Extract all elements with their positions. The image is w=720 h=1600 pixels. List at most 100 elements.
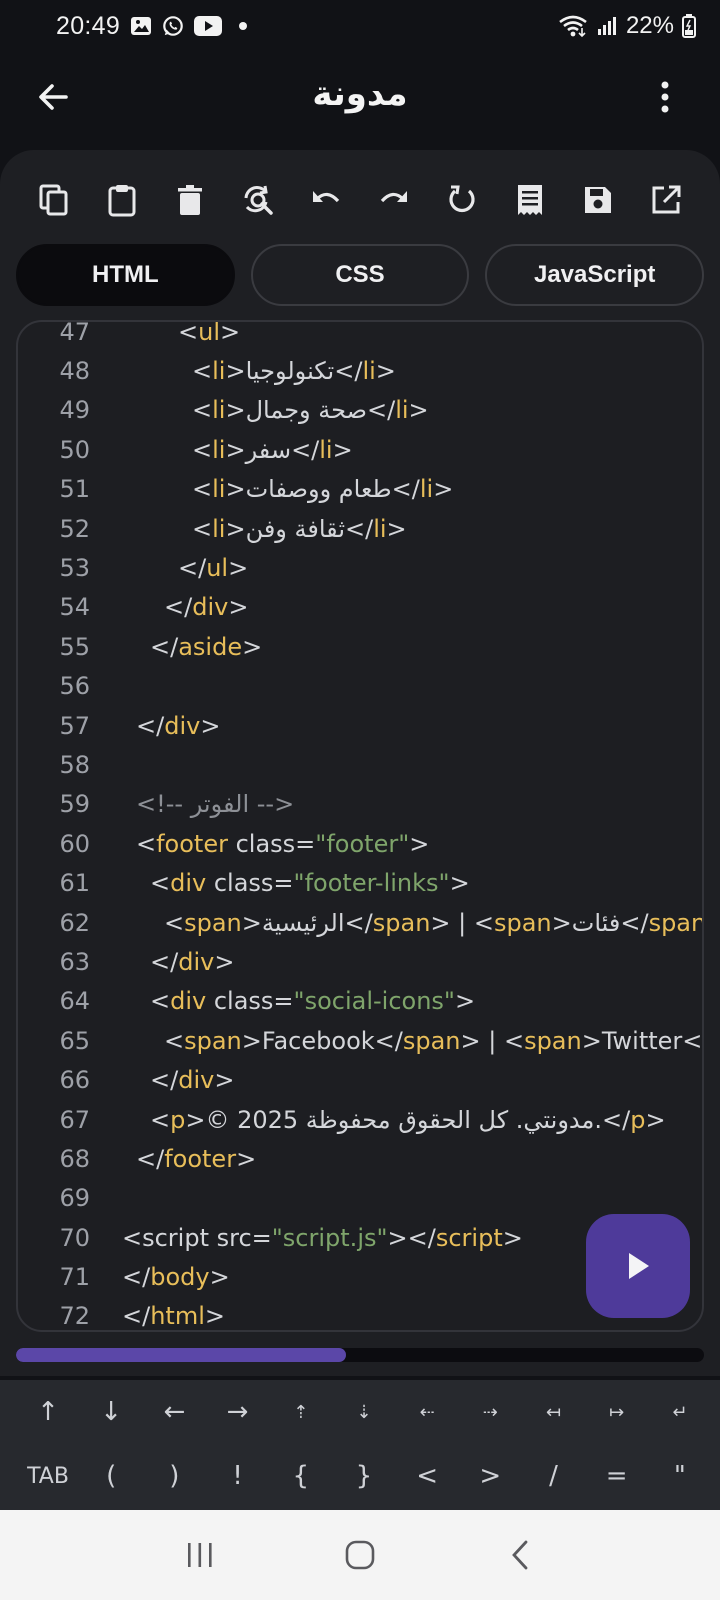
code-line[interactable]: 56 (18, 667, 702, 706)
code-line[interactable]: 59 <!-- الفوتر --> (18, 785, 702, 824)
code-token: < (192, 357, 213, 386)
key-tab[interactable]: TAB (18, 1464, 78, 1489)
recents-button[interactable] (170, 1525, 230, 1585)
tab-javascript[interactable]: JavaScript (485, 244, 705, 306)
code-line[interactable]: 60 <footer class="footer"> (18, 824, 702, 863)
home-icon (345, 1540, 375, 1570)
key-arrow-left[interactable]: ← (144, 1397, 204, 1427)
code-text: </footer> (96, 1145, 256, 1173)
code-token: >فئات</ (551, 908, 649, 937)
code-line[interactable]: 64 <div class="social-icons"> (18, 982, 702, 1021)
key-brace-open[interactable]: { (271, 1461, 331, 1491)
code-line[interactable]: 57 </div> (18, 706, 702, 745)
code-line[interactable]: 48 <li>تكنولوجيا</li> (18, 351, 702, 390)
code-line[interactable]: 50 <li>سفر</li> (18, 430, 702, 469)
tab-css[interactable]: CSS (250, 244, 470, 306)
code-line[interactable]: 67 <p>© 2025 مدونتي. كل الحقوق محفوظة.</p… (18, 1100, 702, 1139)
code-line[interactable]: 49 <li>صحة وجمال</li> (18, 391, 702, 430)
code-token: < (164, 908, 185, 937)
overflow-menu-button[interactable] (650, 74, 680, 120)
code-line[interactable]: 55 </aside> (18, 627, 702, 666)
key-equals[interactable]: = (587, 1461, 647, 1491)
undo-button[interactable] (304, 178, 348, 222)
code-token: p (170, 1105, 186, 1134)
key-arrow-down[interactable]: ↓ (81, 1397, 141, 1427)
key-enter[interactable]: ↵ (650, 1402, 710, 1423)
nav-back-button[interactable] (490, 1525, 550, 1585)
code-token: >سفر</ (225, 435, 320, 464)
code-token: div (178, 1066, 215, 1095)
save-button[interactable] (576, 178, 620, 222)
paste-button[interactable] (100, 178, 144, 222)
code-line[interactable]: 69 (18, 1179, 702, 1218)
code-text: <span>Facebook</span> | <span>Twitter</s… (96, 1026, 704, 1055)
tab-html[interactable]: HTML (16, 244, 235, 306)
key-slash[interactable]: / (524, 1461, 584, 1491)
copy-button[interactable] (32, 178, 76, 222)
code-text: <span>الرئيسية</span> | <span>فئات</span… (96, 908, 702, 937)
key-paren-open[interactable]: ( (81, 1461, 141, 1491)
key-exclamation[interactable]: ! (208, 1461, 268, 1491)
code-token: span (372, 908, 431, 937)
code-token: footer (164, 1144, 237, 1173)
code-line[interactable]: 68 </footer> (18, 1139, 702, 1178)
extra-keys-row-1: ↑ ↓ ← → ⇡ ⇣ ⇠ ⇢ ↤ ↦ ↵ (0, 1380, 720, 1444)
line-number: 64 (59, 987, 90, 1016)
code-editor[interactable]: 47 <ul> 48 <li>تكنولوجيا</li> 49 <li>صحة وجما… (16, 320, 704, 1332)
key-quote[interactable]: " (650, 1461, 710, 1491)
code-token: </ (150, 947, 179, 976)
find-replace-button[interactable] (236, 178, 280, 222)
key-end[interactable]: ↦ (587, 1402, 647, 1423)
code-token: div (192, 593, 229, 622)
redo-button[interactable] (372, 178, 416, 222)
code-token: ul (198, 320, 220, 346)
code-token: "footer" (315, 829, 410, 858)
code-token: >Twitter</ (581, 1026, 704, 1055)
document-button[interactable] (508, 178, 552, 222)
key-paren-close[interactable]: ) (144, 1461, 204, 1491)
code-text: <!-- الفوتر --> (96, 790, 294, 818)
code-line[interactable]: 65 <span>Facebook</span> | <span>Twitter<… (18, 1021, 702, 1060)
code-line[interactable]: 61 <div class="footer-links"> (18, 863, 702, 902)
key-brace-close[interactable]: } (334, 1461, 394, 1491)
key-greater-than[interactable]: > (460, 1461, 520, 1491)
code-line[interactable]: 47 <ul> (18, 320, 702, 351)
code-token: < (136, 829, 157, 858)
key-less-than[interactable]: < (397, 1461, 457, 1491)
language-tabs: HTML CSS JavaScript (16, 244, 705, 306)
code-token: </ (150, 632, 179, 661)
code-token: div (170, 869, 207, 898)
code-line[interactable]: 52 <li>ثقافة وفن</li> (18, 509, 702, 548)
code-text: </body> (96, 1263, 230, 1291)
code-token: < (164, 1026, 185, 1055)
delete-button[interactable] (168, 178, 212, 222)
refresh-button[interactable] (440, 178, 484, 222)
key-word-right[interactable]: ⇢ (460, 1402, 520, 1423)
code-token: > (209, 1263, 230, 1292)
code-token: >تكنولوجيا</ (225, 357, 363, 386)
code-line[interactable]: 54 </div> (18, 588, 702, 627)
back-icon (512, 1540, 528, 1570)
code-text: <script src="script.js"></script> (96, 1224, 523, 1252)
key-arrow-up[interactable]: ↑ (18, 1397, 78, 1427)
code-line[interactable]: 62 <span>الرئيسية</span> | <span>فئات</sp… (18, 903, 702, 942)
home-button[interactable] (330, 1525, 390, 1585)
key-page-down[interactable]: ⇣ (334, 1402, 394, 1423)
run-button[interactable] (586, 1214, 690, 1318)
open-external-button[interactable] (644, 178, 688, 222)
code-line[interactable]: 63 </div> (18, 942, 702, 981)
code-token: </ (178, 554, 207, 583)
paste-icon (108, 185, 136, 217)
code-line[interactable]: 58 (18, 745, 702, 784)
key-arrow-right[interactable]: → (208, 1397, 268, 1427)
key-page-up[interactable]: ⇡ (271, 1402, 331, 1423)
code-line[interactable]: 66 </div> (18, 1060, 702, 1099)
key-home[interactable]: ↤ (524, 1402, 584, 1423)
status-bar: 20:49 22% (0, 0, 720, 52)
key-word-left[interactable]: ⇠ (397, 1402, 457, 1423)
signal-icon (596, 15, 618, 37)
code-line[interactable]: 51 <li>طعام ووصفات</li> (18, 470, 702, 509)
code-line[interactable]: 53 </ul> (18, 548, 702, 587)
code-token: > (214, 1066, 235, 1095)
code-token: > (386, 514, 407, 543)
